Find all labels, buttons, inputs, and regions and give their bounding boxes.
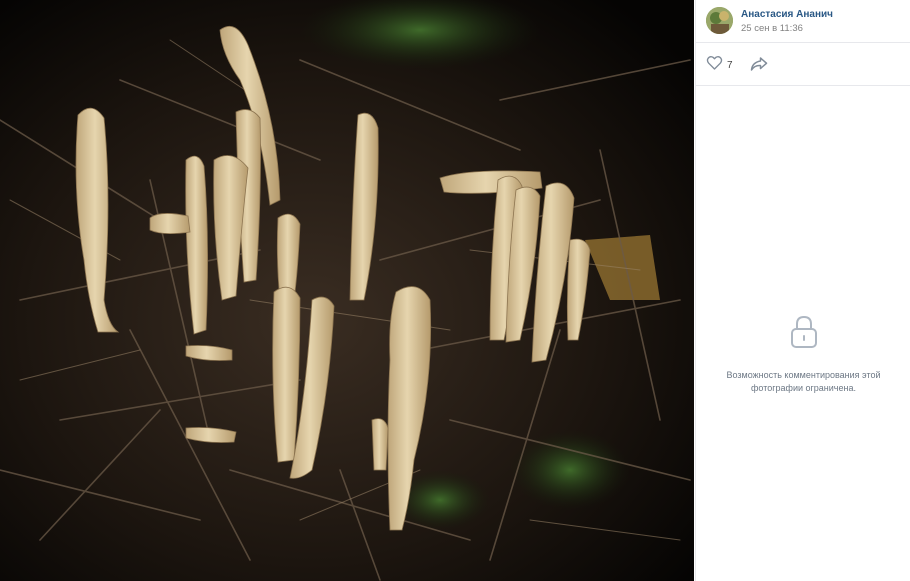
comments-restricted-notice: Возможность комментирования этой фотогра… [696,314,910,395]
heart-outline-icon [706,55,723,75]
comments-restricted-text: Возможность комментирования этой фотогра… [726,370,881,393]
post-date[interactable]: 25 сен в 11:36 [741,23,803,34]
author-name-link[interactable]: Анастасия Ананич [741,9,833,20]
share-button[interactable] [750,56,768,74]
share-arrow-icon [750,57,768,76]
like-button[interactable]: 7 [706,56,733,74]
lock-icon [789,314,819,350]
post-header: Анастасия Ананич 25 сен в 11:36 [696,0,910,43]
likes-count: 7 [727,59,733,71]
photo-viewer[interactable] [0,0,694,581]
post-actions: 7 [696,43,910,86]
avatar[interactable] [706,7,733,34]
photo-image [0,0,694,581]
post-side-panel: Анастасия Ананич 25 сен в 11:36 7 Возмож… [695,0,910,581]
